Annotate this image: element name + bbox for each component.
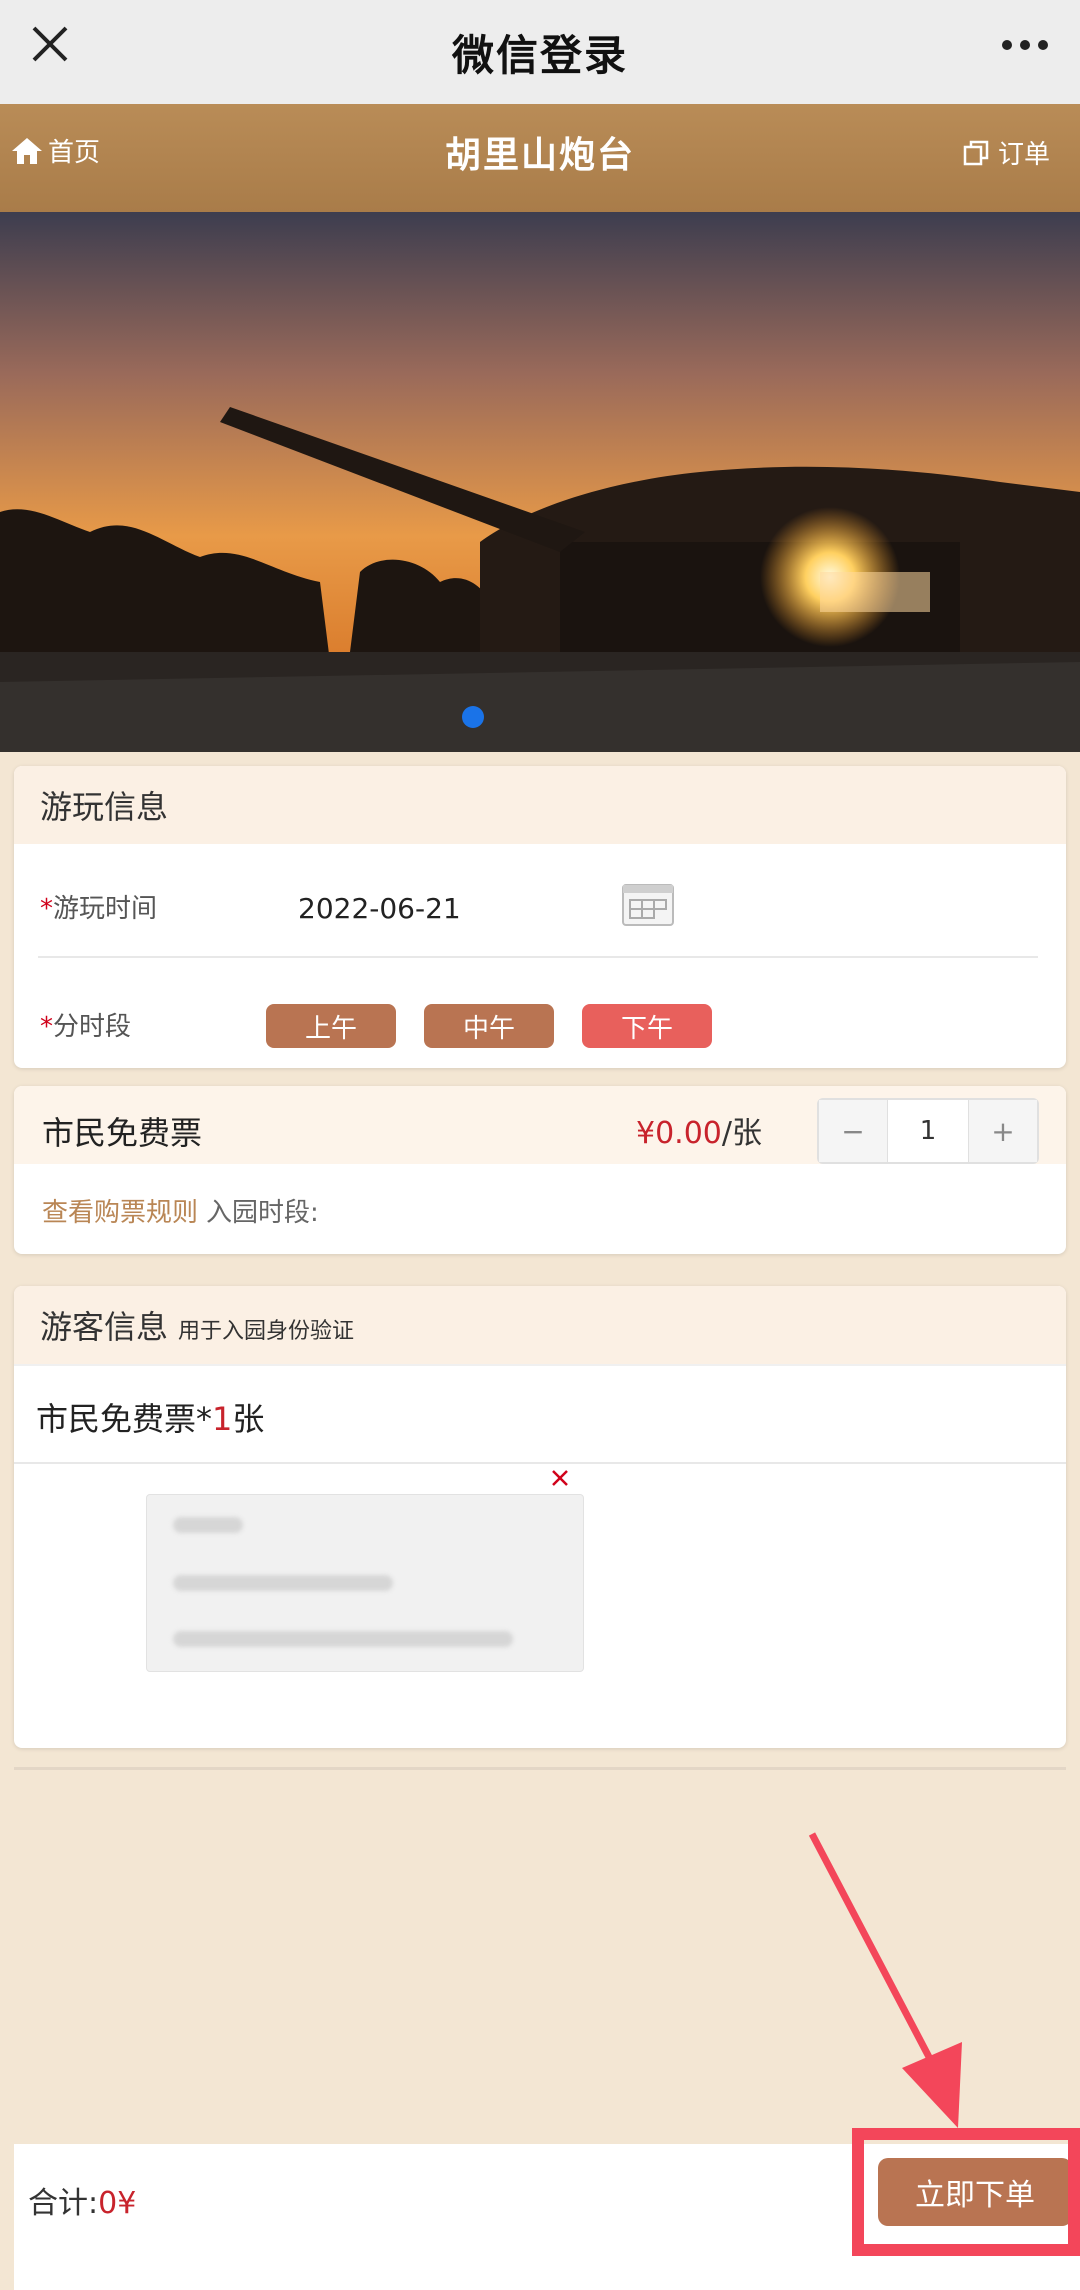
visitor-ticket-line: 市民免费票*1张 xyxy=(36,1394,264,1440)
divider xyxy=(14,1364,1066,1366)
visitor-info-card: 游客信息 用于入园身份验证 市民免费票*1张 xyxy=(14,1286,1066,1748)
required-mark: * xyxy=(40,894,53,924)
date-label: 游玩时间 xyxy=(53,894,158,924)
required-mark: * xyxy=(40,1012,53,1042)
slot-afternoon-button[interactable]: 下午 xyxy=(582,1004,712,1048)
separator xyxy=(14,1767,1066,1770)
increase-button[interactable]: + xyxy=(969,1100,1037,1162)
date-label-row: *游玩时间 xyxy=(40,888,157,925)
price-unit: /张 xyxy=(721,1116,762,1151)
ticket-price: ¥0.00/张 xyxy=(636,1108,762,1152)
remove-visitor-icon[interactable] xyxy=(546,1464,574,1492)
calendar-icon[interactable] xyxy=(622,884,674,926)
more-icon[interactable] xyxy=(1000,30,1050,60)
visit-info-title: 游玩信息 xyxy=(14,766,1066,844)
price-amount: ¥0.00 xyxy=(636,1116,722,1151)
carousel-dot-active[interactable] xyxy=(462,706,484,728)
slot-label: 分时段 xyxy=(53,1012,132,1042)
visit-info-card: 游玩信息 *游玩时间 2022-06-21 *分时段 上午 中午 下午 xyxy=(14,766,1066,1068)
banner-carousel[interactable] xyxy=(0,212,1080,752)
ticket-name: 市民免费票 xyxy=(42,1114,203,1152)
slot-noon-button[interactable]: 中午 xyxy=(424,1004,554,1048)
total: 合计:0¥ xyxy=(28,2178,136,2222)
divider xyxy=(14,1462,1066,1464)
visitor-ticket-suffix: 张 xyxy=(232,1400,265,1438)
close-icon[interactable] xyxy=(30,24,70,64)
highlight-box xyxy=(852,2128,1080,2256)
order-link[interactable]: 订单 xyxy=(962,134,1050,171)
entry-time-label: 入园时段: xyxy=(206,1198,319,1228)
visitor-info-title: 游客信息 xyxy=(40,1308,169,1346)
decrease-button[interactable]: − xyxy=(819,1100,887,1162)
slot-label-row: *分时段 xyxy=(40,1006,131,1043)
quantity-stepper: − 1 + xyxy=(817,1098,1039,1164)
slot-morning-button[interactable]: 上午 xyxy=(266,1004,396,1048)
visitor-ticket-prefix: 市民免费票* xyxy=(36,1400,213,1438)
visitor-ticket-count: 1 xyxy=(212,1400,233,1438)
order-icon xyxy=(963,140,989,165)
date-value[interactable]: 2022-06-21 xyxy=(298,892,461,925)
site-header: 首页 胡里山炮台 订单 xyxy=(0,104,1080,212)
divider xyxy=(38,956,1038,958)
redacted-text xyxy=(173,1575,393,1591)
rules-link[interactable]: 查看购票规则 xyxy=(42,1198,198,1228)
annotation-arrow-icon xyxy=(808,1832,962,2128)
redacted-text xyxy=(173,1631,513,1647)
wechat-title: 微信登录 xyxy=(451,30,628,80)
total-label: 合计: xyxy=(28,2186,99,2221)
site-title: 胡里山炮台 xyxy=(444,135,635,176)
banner-image xyxy=(0,212,1080,752)
visitor-info-subtitle: 用于入园身份验证 xyxy=(178,1319,355,1344)
ticket-card: 市民免费票 ¥0.00/张 − 1 + 查看购票规则 入园时段: xyxy=(14,1086,1066,1254)
order-label: 订单 xyxy=(997,140,1050,170)
total-value: 0¥ xyxy=(98,2186,137,2221)
rules-row: 查看购票规则 入园时段: xyxy=(42,1192,319,1229)
wechat-title-bar: 微信登录 xyxy=(0,0,1080,104)
quantity-value[interactable]: 1 xyxy=(887,1100,969,1162)
visitor-info-header: 游客信息 用于入园身份验证 xyxy=(14,1286,1066,1364)
visitor-entry-box[interactable] xyxy=(146,1494,584,1672)
redacted-text xyxy=(173,1517,243,1533)
